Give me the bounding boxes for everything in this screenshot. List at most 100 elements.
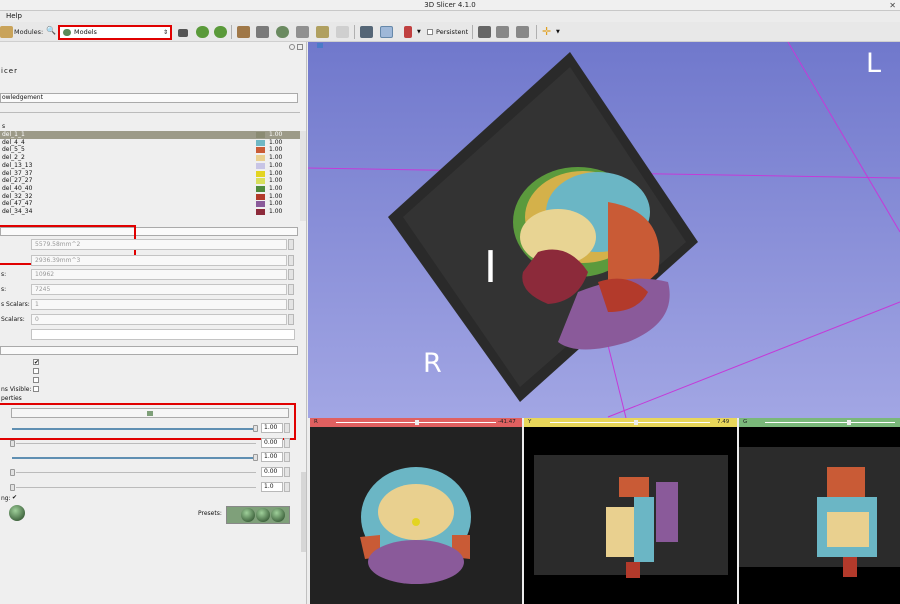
slider2-value[interactable]: 0.00 [261,438,283,448]
model-color-swatch[interactable] [256,139,265,146]
cells-spin[interactable] [288,284,294,295]
visible-checkbox[interactable]: ✔ [33,359,39,366]
model-color-swatch[interactable] [256,132,265,138]
preset-sphere-2[interactable] [256,508,270,522]
slider3-value[interactable]: 1.00 [261,452,283,462]
yellow-slice-view[interactable]: Y 7.49 [524,418,737,604]
home-icon[interactable] [237,26,250,38]
filename-field[interactable] [31,329,295,340]
scene-view-icon[interactable] [496,26,509,38]
presets-bar[interactable] [226,506,290,524]
color-bar[interactable] [11,408,289,418]
module-list-icon[interactable] [178,29,188,37]
modules-dropdown-value: Models [74,28,97,36]
points-label: s: [1,271,7,278]
modules-dropdown[interactable]: Models ⇕ [58,25,172,40]
panel-scrollbar[interactable] [301,472,306,552]
chevron-down-icon[interactable]: ▼ [417,29,421,35]
model-color-swatch[interactable] [256,147,265,154]
model-list-item[interactable]: del_34_34 1.00 [0,208,300,216]
scene-restore-icon[interactable] [516,26,529,38]
panel-close-icon[interactable] [297,44,303,50]
back-arrow-icon[interactable] [196,26,209,38]
surface-area-spin[interactable] [288,239,294,250]
opacity-slider-handle[interactable] [253,425,258,432]
model-name: del_27_27 [2,177,33,185]
volumes-icon[interactable] [276,26,289,38]
clipping-checkbox[interactable] [33,368,39,374]
slider2-spin[interactable] [284,438,290,448]
points-spin[interactable] [288,269,294,280]
preset-sphere-3[interactable] [271,508,285,522]
acknowledgement-section[interactable]: owledgement [0,93,298,103]
window-titlebar: 3D Slicer 4.1.0 ✕ [0,0,900,11]
point-scalars-spin[interactable] [288,299,294,310]
model-color-swatch[interactable] [256,155,265,162]
slider3-spin[interactable] [284,452,290,462]
model-color-swatch[interactable] [256,170,265,177]
slider4-value[interactable]: 0.00 [261,467,283,477]
opacity-value[interactable]: 1.00 [261,423,283,433]
preset-sphere-1[interactable] [241,508,255,522]
green-slice-bar[interactable]: G [739,418,900,427]
panel-float-icon[interactable] [289,44,295,50]
properties-label: perties [1,395,22,402]
crosshair-icon[interactable]: ✛ [542,25,551,38]
surface-area-field: 5579.58mm^2 [31,239,287,250]
models-icon[interactable] [296,26,309,38]
module-icon[interactable] [0,26,13,38]
slider4-track[interactable] [16,472,256,473]
model-color-swatch[interactable] [256,185,265,192]
slider5-handle[interactable] [10,484,15,491]
module-panel: icer owledgement s del_1_1 1.00 del_4_4 1.0… [0,42,307,604]
slider5-spin[interactable] [284,482,290,492]
slider3-track[interactable] [12,457,255,459]
screenshot-icon[interactable] [478,26,491,38]
cell-scalars-spin[interactable] [288,314,294,325]
red-slice-view[interactable]: R -41.47 [310,418,522,604]
view-pin-icon[interactable] [317,43,323,48]
opacity-slider-track[interactable] [12,428,255,430]
green-slice-view[interactable]: G [739,418,900,604]
yellow-slice-bar[interactable]: Y 7.49 [524,418,737,427]
slider2-track[interactable] [16,443,256,444]
model-color-swatch[interactable] [256,193,265,200]
persistent-checkbox[interactable] [427,29,433,35]
backface-checkbox[interactable] [33,377,39,383]
model-color-swatch[interactable] [256,201,265,208]
red-slice-bar[interactable]: R -41.47 [310,418,522,427]
rotate-icon[interactable] [380,26,393,38]
opacity-spin[interactable] [284,423,290,433]
model-color-swatch[interactable] [256,178,265,185]
editor-icon[interactable] [316,26,329,38]
yellow-slice-label: Y [528,419,532,425]
data-icon[interactable] [256,26,269,38]
display-properties-header[interactable] [0,346,298,355]
cells-field: 7245 [31,284,287,295]
slider5-track[interactable] [16,487,256,488]
slider2-handle[interactable] [10,440,15,447]
close-icon[interactable]: ✕ [889,0,896,11]
crosshair-move-icon[interactable] [404,26,412,38]
model-hierarchy-tree[interactable]: del_1_1 1.00 del_4_4 1.00 del_5_5 1.00 del_2_2… [0,131,300,221]
model-color-swatch[interactable] [256,162,265,169]
presets-label: Presets: [198,510,222,517]
slider4-spin[interactable] [284,467,290,477]
3d-view[interactable]: L I R [308,42,900,418]
slice-intersections-checkbox[interactable] [33,386,39,392]
model-opacity[interactable]: 1.00 [269,208,282,216]
chevron-down-icon[interactable]: ▼ [556,29,560,35]
layout-icon[interactable] [360,26,373,38]
slider5-value[interactable]: 1.0 [261,482,283,492]
volume-spin[interactable] [288,255,294,266]
model-color-swatch[interactable] [256,209,265,215]
slider3-handle[interactable] [253,454,258,461]
forward-arrow-icon[interactable] [214,26,227,38]
search-icon[interactable]: 🔍 [46,26,56,35]
menu-help[interactable]: Help [6,12,22,20]
shading-checkbox[interactable]: ✔ [12,495,18,501]
model-name: del_5_5 [2,146,25,154]
slider4-handle[interactable] [10,469,15,476]
transforms-icon[interactable] [336,26,349,38]
model-name: del_4_4 [2,138,25,146]
